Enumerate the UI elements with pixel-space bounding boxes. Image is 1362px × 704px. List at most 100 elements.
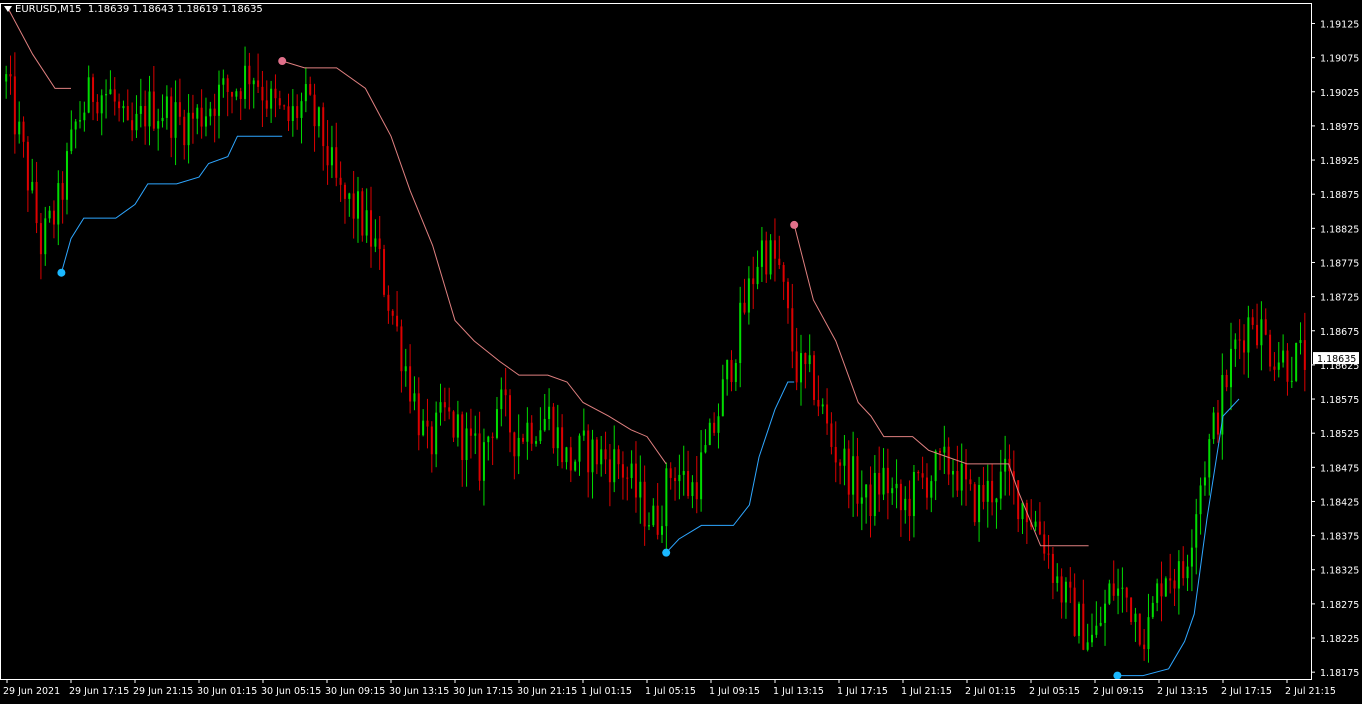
candle-body xyxy=(1151,602,1154,618)
x-tick-label: 1 Jul 05:15 xyxy=(645,686,696,697)
resistance-line-2 xyxy=(282,60,667,465)
candle-body xyxy=(1104,603,1107,623)
candle-body xyxy=(1177,561,1180,589)
candle-body xyxy=(786,281,789,309)
candle-body xyxy=(326,146,329,166)
candle-body xyxy=(291,106,294,122)
x-tick-label: 29 Jun 21:15 xyxy=(133,686,193,697)
y-tick-label: 1.18475 xyxy=(1320,463,1359,474)
candle-body xyxy=(487,436,490,443)
candle-body xyxy=(339,177,342,185)
candle-body xyxy=(582,430,585,436)
candle-body xyxy=(630,463,633,479)
candle-body xyxy=(1164,578,1167,597)
candle-body xyxy=(947,446,950,475)
candle-body xyxy=(139,106,142,114)
candle-body xyxy=(530,422,533,444)
candle-body xyxy=(682,471,685,475)
candle-body xyxy=(152,91,155,129)
candle-body xyxy=(717,416,720,433)
x-axis: 29 Jun 2021 29 Jun 17:15 29 Jun 21:15 30 Ju… xyxy=(3,679,1336,697)
candle-body xyxy=(1277,362,1280,370)
candle-body xyxy=(1173,580,1176,589)
candle-body xyxy=(1212,412,1215,440)
candle-body xyxy=(556,427,559,449)
candle-body xyxy=(834,446,837,463)
candle-body xyxy=(704,445,707,453)
indicator-dots-layer xyxy=(57,57,1122,680)
candle-body xyxy=(1156,583,1159,603)
x-tick-label: 2 Jul 09:15 xyxy=(1093,686,1144,697)
candle-body xyxy=(587,430,590,473)
candle-body xyxy=(1251,317,1254,325)
indicator-lines-layer xyxy=(6,6,1240,677)
candle-body xyxy=(378,238,381,250)
candle-body xyxy=(1099,622,1102,626)
candle-body xyxy=(1216,412,1219,435)
dropdown-triangle-icon[interactable] xyxy=(4,6,12,12)
candle-body xyxy=(287,106,290,122)
candle-body xyxy=(383,249,386,295)
candle-body xyxy=(626,477,629,479)
candle-body xyxy=(1121,587,1124,589)
candle-body xyxy=(782,265,785,282)
candle-body xyxy=(908,498,911,517)
candle-body xyxy=(443,402,446,408)
candle-body xyxy=(739,302,742,363)
candle-body xyxy=(352,193,355,219)
candle-body xyxy=(517,437,520,457)
x-tick-label: 1 Jul 09:15 xyxy=(709,686,760,697)
candle-body xyxy=(999,471,1002,499)
chart-canvas[interactable]: 1.19125 1.19075 1.19025 1.18975 1.18925 1.188… xyxy=(0,0,1362,700)
candle-body xyxy=(878,472,881,495)
candle-body xyxy=(18,121,21,135)
candle-body xyxy=(413,393,416,402)
candle-body xyxy=(1169,578,1172,581)
candle-body xyxy=(513,432,516,457)
candle-body xyxy=(248,65,251,85)
x-tick-label: 2 Jul 13:15 xyxy=(1157,686,1208,697)
candle-body xyxy=(839,462,842,466)
x-tick-label: 29 Jun 17:15 xyxy=(69,686,129,697)
candle-body xyxy=(956,471,959,491)
candle-body xyxy=(448,407,451,412)
candle-body xyxy=(391,310,394,316)
candle-body xyxy=(930,481,933,498)
resistance-signal-dot xyxy=(790,220,799,229)
candle-body xyxy=(426,420,429,427)
candle-body xyxy=(404,366,407,372)
candle-body xyxy=(700,452,703,500)
candle-body xyxy=(304,84,307,102)
candle-body xyxy=(1195,514,1198,548)
candle-body xyxy=(747,278,750,313)
candle-body xyxy=(952,471,955,475)
candle-body xyxy=(734,362,737,383)
candle-body xyxy=(374,238,377,247)
candle-body xyxy=(422,420,425,436)
candle-body xyxy=(652,505,655,526)
x-tick-label: 30 Jun 01:15 xyxy=(197,686,257,697)
candle-body xyxy=(365,210,368,236)
support-signal-dot xyxy=(1113,671,1122,680)
candle-body xyxy=(522,437,525,442)
candle-body xyxy=(665,468,668,527)
candle-body xyxy=(726,359,729,380)
candle-body xyxy=(852,456,855,495)
y-tick-label: 1.18875 xyxy=(1320,190,1359,201)
candle-body xyxy=(174,102,177,138)
candle-body xyxy=(96,101,99,114)
chart-header: EURUSD,M15 1.18639 1.18643 1.18619 1.186… xyxy=(4,3,263,17)
candle-body xyxy=(1238,339,1241,341)
price-chart[interactable]: EURUSD,M15 1.18639 1.18643 1.18619 1.186… xyxy=(0,0,1362,700)
candle-body xyxy=(804,353,807,365)
candle-body xyxy=(430,426,433,455)
candle-body xyxy=(1091,634,1094,643)
candle-body xyxy=(687,471,690,497)
candle-body xyxy=(226,78,229,92)
candle-body xyxy=(873,472,876,517)
support-signal-dot xyxy=(662,548,671,557)
candle-body xyxy=(361,191,364,236)
candle-body xyxy=(35,181,38,224)
y-tick-label: 1.18725 xyxy=(1320,293,1359,304)
candle-body xyxy=(452,411,455,438)
